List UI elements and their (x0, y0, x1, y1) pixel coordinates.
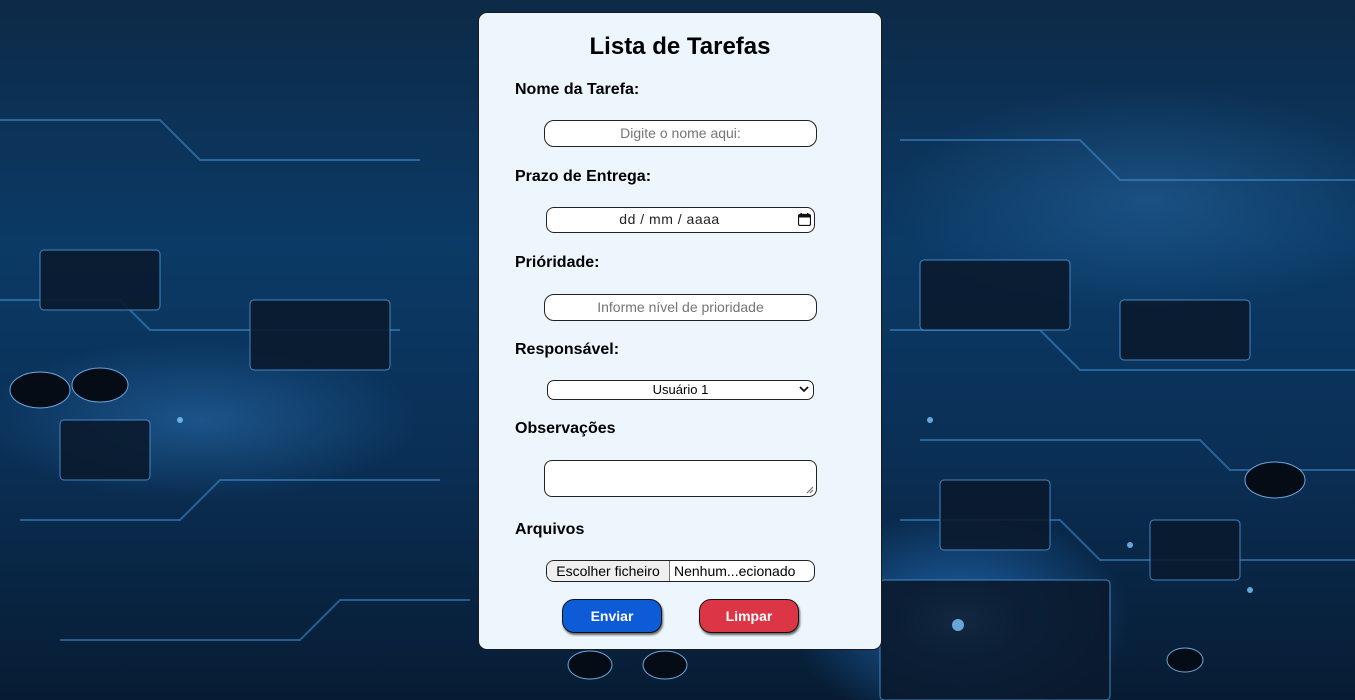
priority-placeholder: Informe nível de prioridade (597, 299, 764, 315)
calendar-icon[interactable] (798, 213, 811, 226)
clear-button[interactable]: Limpar (699, 599, 799, 633)
task-form-card: Lista de Tarefas Nome da Tarefa: Digite … (478, 12, 882, 650)
task-name-input[interactable]: Digite o nome aqui: (544, 120, 817, 147)
notes-label: Observações (515, 420, 616, 437)
priority-label: Prióridade: (515, 254, 600, 271)
deadline-label: Prazo de Entrega: (515, 168, 652, 185)
chevron-down-icon (799, 386, 809, 393)
form-title: Lista de Tarefas (589, 33, 771, 60)
resize-grip-icon[interactable] (806, 486, 814, 494)
file-input[interactable]: Escolher ficheiro Nenhum...ecionado (546, 560, 815, 582)
choose-file-button[interactable]: Escolher ficheiro (547, 561, 670, 581)
responsible-label: Responsável: (515, 341, 620, 358)
files-label: Arquivos (515, 521, 585, 538)
task-name-label: Nome da Tarefa: (515, 81, 640, 98)
priority-input[interactable]: Informe nível de prioridade (544, 294, 817, 321)
submit-button[interactable]: Enviar (562, 599, 662, 633)
responsible-select[interactable]: Usuário 1 (547, 380, 814, 400)
notes-textarea[interactable] (544, 460, 817, 497)
deadline-placeholder: dd / mm / aaaa (619, 211, 720, 227)
deadline-date-input[interactable]: dd / mm / aaaa (546, 207, 815, 233)
file-status: Nenhum...ecionado (674, 563, 796, 579)
task-name-placeholder: Digite o nome aqui: (620, 125, 741, 141)
responsible-selected-value: Usuário 1 (652, 382, 709, 397)
